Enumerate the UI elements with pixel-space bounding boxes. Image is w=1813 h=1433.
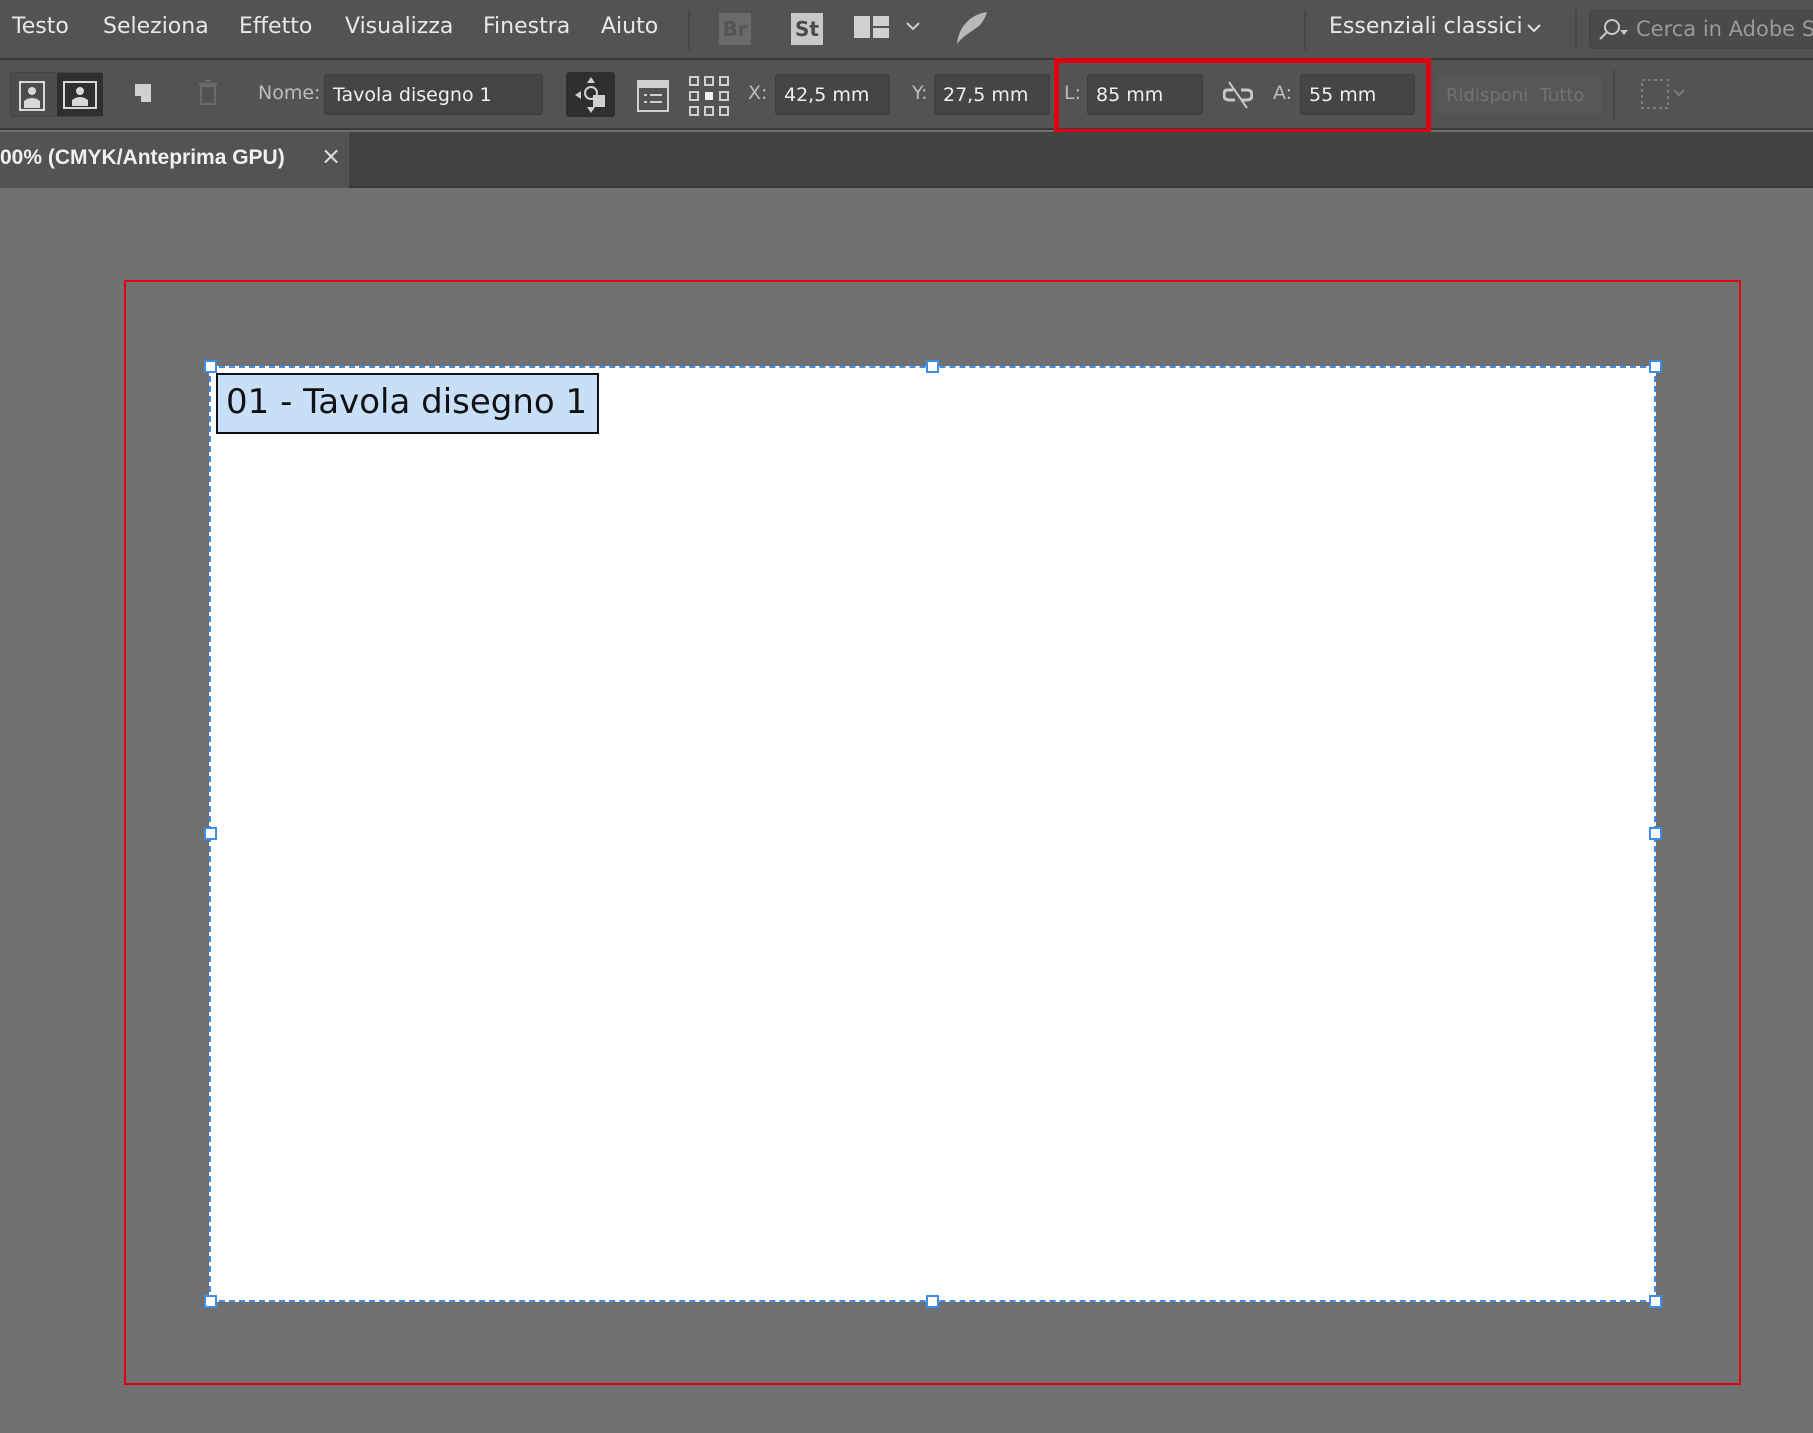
resize-handle-right[interactable]: [1649, 827, 1662, 840]
x-label: X:: [748, 82, 768, 104]
menu-aiuto[interactable]: Aiuto: [601, 14, 658, 39]
landscape-icon[interactable]: [63, 81, 97, 109]
document-tab-title: 00% (CMYK/Anteprima GPU): [0, 146, 285, 169]
feather-icon[interactable]: [953, 10, 989, 48]
artboard-name-input[interactable]: Tavola disegno 1: [324, 74, 543, 115]
resize-handle-top[interactable]: [926, 360, 939, 373]
menu-testo[interactable]: Testo: [12, 14, 69, 39]
artboard-options-icon[interactable]: [637, 80, 669, 112]
divider: [688, 10, 690, 50]
document-tab[interactable]: 00% (CMYK/Anteprima GPU) ×: [0, 132, 349, 188]
resize-handle-bottom[interactable]: [926, 1295, 939, 1308]
menu-bar: Testo Seleziona Effetto Visualizza Fines…: [0, 0, 1813, 60]
name-label: Nome:: [258, 82, 321, 104]
canvas[interactable]: 01 - Tavola disegno 1: [0, 188, 1813, 1433]
menu-effetto[interactable]: Effetto: [239, 14, 312, 39]
orientation-toggle: [10, 72, 103, 117]
artboard-name-label: 01 - Tavola disegno 1: [216, 373, 599, 434]
close-tab-icon[interactable]: ×: [321, 142, 341, 170]
artboard[interactable]: 01 - Tavola disegno 1: [209, 366, 1656, 1302]
stock-search-input[interactable]: Cerca in Adobe Stock: [1589, 10, 1813, 49]
divider: [1304, 10, 1306, 50]
search-placeholder: Cerca in Adobe Stock: [1636, 17, 1813, 41]
workspace-layout-icon[interactable]: [854, 16, 890, 40]
rearrange-all-button[interactable]: Ridisponi Tutto: [1436, 76, 1602, 114]
y-label: Y:: [912, 82, 928, 104]
divider: [1575, 10, 1577, 50]
search-icon: [1599, 19, 1628, 40]
chevron-down-icon[interactable]: [1527, 24, 1541, 34]
move-with-artboard-button[interactable]: [566, 72, 615, 117]
resize-handle-bottom-left[interactable]: [204, 1295, 217, 1308]
highlight-box: [1054, 58, 1431, 134]
control-bar: Nome: Tavola disegno 1 X: 42,5 mm Y: 27,…: [0, 58, 1813, 134]
move-artwork-icon: [574, 76, 605, 113]
reference-point-icon[interactable]: [689, 76, 729, 116]
artboard-select-icon[interactable]: [1640, 78, 1690, 112]
new-artboard-icon[interactable]: [133, 82, 153, 106]
menu-seleziona[interactable]: Seleziona: [103, 14, 209, 39]
divider: [1613, 70, 1615, 120]
delete-artboard-icon[interactable]: [198, 80, 218, 106]
workspace-switcher[interactable]: Essenziali classici: [1329, 14, 1523, 39]
menu-visualizza[interactable]: Visualizza: [345, 14, 453, 39]
resize-handle-bottom-right[interactable]: [1649, 1295, 1662, 1308]
bridge-icon[interactable]: Br: [719, 13, 751, 45]
x-position-input[interactable]: 42,5 mm: [775, 74, 890, 115]
resize-handle-top-left[interactable]: [204, 360, 217, 373]
resize-handle-top-right[interactable]: [1649, 360, 1662, 373]
stock-icon[interactable]: St: [791, 13, 823, 45]
y-position-input[interactable]: 27,5 mm: [934, 74, 1050, 115]
menu-finestra[interactable]: Finestra: [483, 14, 570, 39]
resize-handle-left[interactable]: [204, 827, 217, 840]
document-tab-bar: 00% (CMYK/Anteprima GPU) ×: [0, 132, 1813, 188]
portrait-icon[interactable]: [19, 81, 45, 111]
chevron-down-icon[interactable]: [906, 22, 920, 32]
